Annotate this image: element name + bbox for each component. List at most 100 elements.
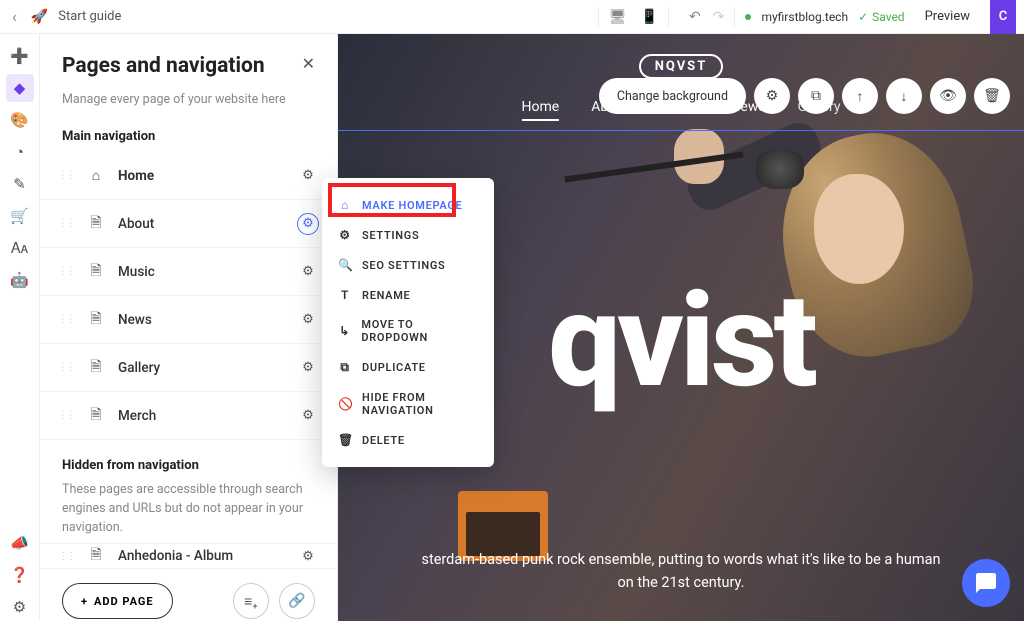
chat-launcher[interactable] <box>962 559 1010 607</box>
drag-handle-icon[interactable]: ⋮⋮ <box>58 218 74 229</box>
section-settings-button[interactable]: ⚙ <box>754 78 790 114</box>
add-page-button[interactable]: + ADD PAGE <box>62 583 173 619</box>
text-icon: T <box>338 288 352 302</box>
help-button[interactable]: ❓ <box>6 561 34 589</box>
desktop-icon[interactable]: 🖥 <box>605 7 631 27</box>
page-settings-button[interactable]: ⚙ <box>297 261 319 283</box>
page-icon: 🗎 <box>88 356 104 380</box>
rocket-icon: 🚀 <box>31 9 48 25</box>
page-icon: 🗎 <box>88 544 104 568</box>
elements-button[interactable]: ◔ <box>6 138 34 166</box>
delete-section-button[interactable]: 🗑 <box>974 78 1010 114</box>
saved-indicator: ✓ Saved <box>858 10 905 24</box>
ctx-settings[interactable]: ⚙ SETTINGS <box>322 220 494 250</box>
hidden-section-title: Hidden from navigation <box>62 458 315 473</box>
home-icon: ⌂ <box>88 167 104 184</box>
hidden-item-anhedonia[interactable]: ⋮⋮ 🗎 Anhedonia - Album ⚙ <box>40 543 337 569</box>
move-down-button[interactable]: ↓ <box>886 78 922 114</box>
sidebar-title: Pages and navigation <box>62 54 294 78</box>
drag-handle-icon[interactable]: ⋮⋮ <box>58 314 74 325</box>
main-nav-label: Main navigation <box>40 123 337 152</box>
nav-item-about[interactable]: ⋮⋮ 🗎 About ⚙ <box>40 200 337 248</box>
duplicate-section-button[interactable]: ⧉ <box>798 78 834 114</box>
gear-icon: ⚙ <box>338 228 352 242</box>
page-settings-button[interactable]: ⚙ <box>297 357 319 379</box>
nav-item-gallery[interactable]: ⋮⋮ 🗎 Gallery ⚙ <box>40 344 337 392</box>
nav-item-merch[interactable]: ⋮⋮ 🗎 Merch ⚙ <box>40 392 337 440</box>
chat-icon <box>974 571 998 595</box>
publish-button[interactable]: C <box>990 0 1016 34</box>
drag-handle-icon[interactable]: ⋮⋮ <box>58 410 74 421</box>
nav-item-home[interactable]: ⋮⋮ ⌂ Home ⚙ <box>40 152 337 200</box>
ctx-move-to-dropdown[interactable]: ↳ MOVE TO DROPDOWN <box>322 310 494 352</box>
page-label: Anhedonia - Album <box>118 548 283 564</box>
ai-button[interactable]: 🤖 <box>6 266 34 294</box>
visibility-button[interactable]: 👁 <box>930 78 966 114</box>
topbar: ‹ 🚀 Start guide 🖥 📱 ↶ ↷ myfirstblog.tech… <box>0 0 1024 34</box>
preview-button[interactable]: Preview <box>915 9 980 24</box>
page-icon: 🗎 <box>88 260 104 284</box>
close-sidebar-button[interactable]: ✕ <box>302 54 315 73</box>
page-context-menu: ⌂ MAKE HOMEPAGE ⚙ SETTINGS 🔍 SEO SETTING… <box>322 178 494 467</box>
nav-link-home[interactable]: Home <box>522 99 560 121</box>
add-link-button[interactable]: 🔗 <box>279 583 315 619</box>
change-background-button[interactable]: Change background <box>599 78 746 114</box>
page-label: Merch <box>118 408 283 424</box>
page-label: Gallery <box>118 360 283 376</box>
drag-handle-icon[interactable]: ⋮⋮ <box>58 170 74 181</box>
hidden-section-desc: These pages are accessible through searc… <box>62 481 315 537</box>
page-settings-button[interactable]: ⚙ <box>297 545 319 567</box>
page-label: News <box>118 312 283 328</box>
nav-item-news[interactable]: ⋮⋮ 🗎 News ⚙ <box>40 296 337 344</box>
hero-subtitle[interactable]: sterdam-based punk rock ensemble, puttin… <box>338 548 1024 594</box>
ctx-make-homepage[interactable]: ⌂ MAKE HOMEPAGE <box>322 190 494 220</box>
ctx-seo-settings[interactable]: 🔍 SEO SETTINGS <box>322 250 494 280</box>
site-logo[interactable]: NQVST <box>639 54 724 79</box>
settings-button[interactable]: ⚙ <box>6 593 34 621</box>
undo-button[interactable]: ↶ <box>685 7 705 27</box>
plus-icon: + <box>81 595 88 608</box>
drag-handle-icon[interactable]: ⋮⋮ <box>58 266 74 277</box>
search-icon: 🔍 <box>338 258 352 272</box>
pages-button[interactable]: ◆ <box>6 74 34 102</box>
ctx-hide[interactable]: 🚫 HIDE FROM NAVIGATION <box>322 383 494 425</box>
page-settings-button[interactable]: ⚙ <box>297 213 319 235</box>
move-icon: ↳ <box>338 324 351 338</box>
store-button[interactable]: 🛒 <box>6 202 34 230</box>
page-settings-button[interactable]: ⚙ <box>297 309 319 331</box>
home-icon: ⌂ <box>338 198 352 212</box>
back-button[interactable]: ‹ <box>8 7 21 26</box>
duplicate-icon: ⧉ <box>338 360 352 375</box>
drag-handle-icon[interactable]: ⋮⋮ <box>58 362 74 373</box>
page-settings-button[interactable]: ⚙ <box>297 165 319 187</box>
page-icon: 🗎 <box>88 404 104 428</box>
ctx-rename[interactable]: T RENAME <box>322 280 494 310</box>
ctx-delete[interactable]: 🗑 DELETE <box>322 425 494 455</box>
device-switcher: 🖥 📱 <box>598 7 669 27</box>
page-settings-button[interactable]: ⚙ <box>297 405 319 427</box>
redo-button[interactable]: ↷ <box>709 7 729 27</box>
styles-button[interactable]: 🎨 <box>6 106 34 134</box>
page-label: Home <box>118 168 283 184</box>
pages-sidebar: Pages and navigation ✕ Manage every page… <box>40 34 338 621</box>
mobile-icon[interactable]: 📱 <box>637 7 662 27</box>
translate-button[interactable]: 🗛 <box>6 234 34 262</box>
status-dot <box>745 14 751 20</box>
domain-label[interactable]: myfirstblog.tech <box>761 10 848 24</box>
drag-handle-icon[interactable]: ⋮⋮ <box>58 551 74 562</box>
page-label: Music <box>118 264 283 280</box>
trash-icon: 🗑 <box>338 433 352 447</box>
move-up-button[interactable]: ↑ <box>842 78 878 114</box>
start-guide-link[interactable]: Start guide <box>58 9 121 24</box>
add-dropdown-button[interactable]: ≡₊ <box>233 583 269 619</box>
nav-list: ⋮⋮ ⌂ Home ⚙ ⋮⋮ 🗎 About ⚙ ⋮⋮ 🗎 Music ⚙ ⋮⋮… <box>40 152 337 440</box>
ctx-duplicate[interactable]: ⧉ DUPLICATE <box>322 352 494 383</box>
page-label: About <box>118 216 283 232</box>
page-icon: 🗎 <box>88 212 104 236</box>
nav-item-music[interactable]: ⋮⋮ 🗎 Music ⚙ <box>40 248 337 296</box>
add-section-button[interactable]: ➕ <box>6 42 34 70</box>
blog-button[interactable]: ✎ <box>6 170 34 198</box>
eye-off-icon: 🚫 <box>338 397 352 411</box>
announce-button[interactable]: 📣 <box>6 529 34 557</box>
check-icon: ✓ <box>858 10 868 24</box>
